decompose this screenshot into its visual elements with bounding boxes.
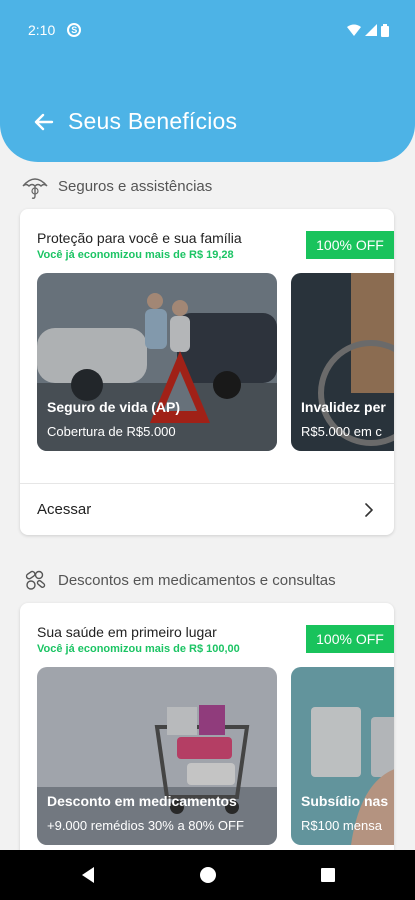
benefit-carousel[interactable]: Desconto em medicamentos +9.000 remédios… xyxy=(37,667,394,845)
status-time: 2:10 xyxy=(28,22,56,38)
tile-title: Seguro de vida (AP) xyxy=(47,399,181,415)
circle-home-icon[interactable] xyxy=(198,865,218,885)
pills-icon xyxy=(20,565,50,595)
status-bar: 2:10 S xyxy=(28,20,389,40)
benefit-tile-life-insurance[interactable]: Seguro de vida (AP) Cobertura de R$5.000 xyxy=(37,273,277,451)
card-savings: Você já economizou mais de R$ 19,28 xyxy=(37,249,234,261)
card-title: Proteção para você e sua família xyxy=(37,230,242,246)
card-title: Sua saúde em primeiro lugar xyxy=(37,624,217,640)
access-button[interactable]: Acessar xyxy=(20,483,394,535)
benefit-tile-subsidy[interactable]: Subsídio nas R$100 mensa xyxy=(291,667,394,845)
tile-subtitle: Cobertura de R$5.000 xyxy=(47,424,176,439)
square-recents-icon[interactable] xyxy=(318,865,338,885)
battery-icon xyxy=(381,23,389,37)
s-circle-icon: S xyxy=(67,23,82,37)
umbrella-icon xyxy=(20,171,50,201)
status-icons xyxy=(347,23,389,37)
tile-title: Subsídio nas xyxy=(301,793,389,809)
title-row: Seus Benefícios xyxy=(32,108,237,135)
wifi-icon xyxy=(347,24,361,36)
section-heading-insurance: Seguros e assistências xyxy=(20,171,212,201)
card-savings: Você já economizou mais de R$ 100,00 xyxy=(37,643,240,655)
insurance-card: Proteção para você e sua família Você já… xyxy=(20,209,394,535)
signal-icon xyxy=(365,24,377,36)
section-heading-label: Seguros e assistências xyxy=(58,177,213,195)
benefit-tile-disability[interactable]: Invalidez per R$5.000 em c xyxy=(291,273,394,451)
access-label: Acessar xyxy=(37,501,92,518)
health-card: Sua saúde em primeiro lugar Você já econ… xyxy=(20,603,394,873)
benefit-carousel[interactable]: Seguro de vida (AP) Cobertura de R$5.000… xyxy=(37,273,394,451)
section-heading-medications: Descontos em medicamentos e consultas xyxy=(20,565,336,595)
benefit-tile-medication-discount[interactable]: Desconto em medicamentos +9.000 remédios… xyxy=(37,667,277,845)
triangle-back-icon[interactable] xyxy=(78,865,98,885)
section-heading-label: Descontos em medicamentos e consultas xyxy=(58,571,336,589)
app-header: 2:10 S Seus Benefícios xyxy=(0,0,415,162)
tile-subtitle: R$100 mensa xyxy=(301,818,382,833)
discount-badge: 100% OFF xyxy=(306,625,394,653)
system-nav-bar xyxy=(0,850,415,900)
discount-badge: 100% OFF xyxy=(306,231,394,259)
arrow-left-icon[interactable] xyxy=(32,110,56,134)
tile-title: Invalidez per xyxy=(301,399,386,415)
page-title: Seus Benefícios xyxy=(68,108,238,134)
chevron-right-icon xyxy=(365,502,373,517)
tile-subtitle: R$5.000 em c xyxy=(301,424,382,439)
tile-subtitle: +9.000 remédios 30% a 80% OFF xyxy=(47,818,244,833)
tile-title: Desconto em medicamentos xyxy=(47,793,237,809)
